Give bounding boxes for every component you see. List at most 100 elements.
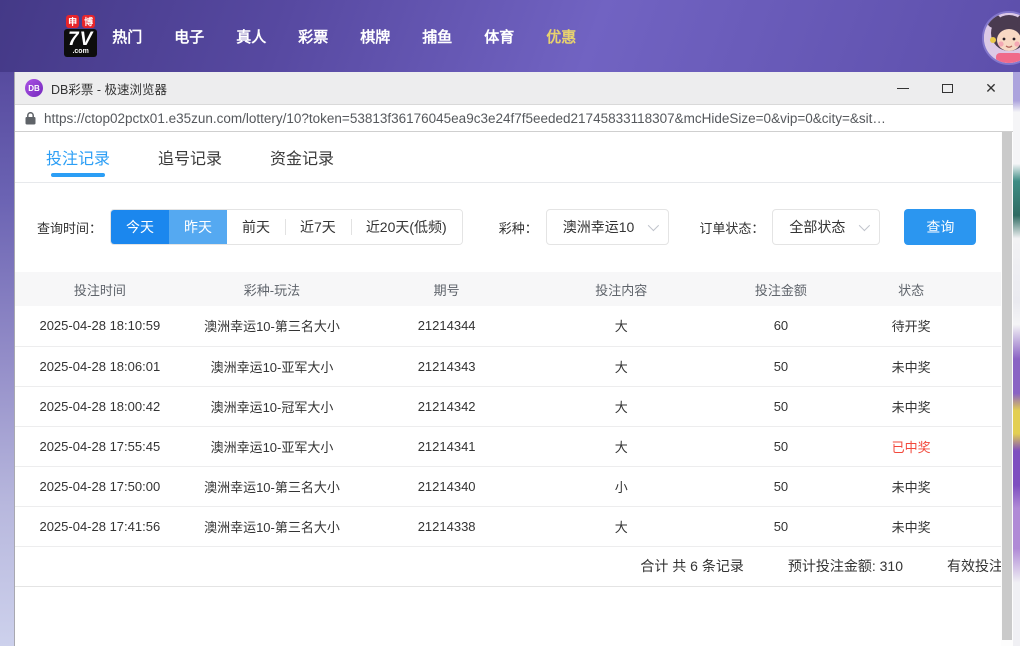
logo-red-badges: 申 博 [66, 15, 96, 28]
table-header: 投注时间 彩种-玩法 期号 投注内容 投注金额 状态 [15, 272, 1013, 306]
nav-item-promo[interactable]: 优惠 [545, 26, 577, 47]
time-option-20days[interactable]: 近20天(低频) [350, 210, 462, 244]
column-bet-time: 投注时间 [73, 282, 126, 298]
filter-row: 查询时间： 今天 昨天 前天 近7天 近20天(低频) 彩种： 澳洲幸运10 订… [15, 183, 1013, 245]
cell-game: 澳洲幸运10-第三名大小 [204, 319, 340, 335]
avatar-image [984, 13, 1020, 63]
cell-time: 2025-04-28 17:50:00 [39, 478, 161, 494]
summary-bar: 合计 共 6 条记录 预计投注金额: 310 有效投注金 [15, 547, 1013, 587]
column-bet-content: 投注内容 [595, 282, 648, 298]
url-text: https://ctop02pctx01.e35zun.com/lottery/… [44, 110, 886, 126]
time-option-today[interactable]: 今天 [111, 210, 170, 244]
lottery-filter-label: 彩种： [498, 220, 538, 236]
cell-issue: 21214341 [417, 438, 476, 454]
cell-content: 大 [614, 399, 628, 415]
time-option-7days[interactable]: 近7天 [285, 210, 351, 244]
cell-status: 未中奖 [891, 479, 931, 495]
minimize-button[interactable] [881, 72, 925, 104]
cell-issue: 21214338 [417, 518, 476, 534]
column-game-play: 彩种-玩法 [243, 282, 301, 298]
order-status-value: 全部状态 [789, 219, 846, 235]
nav-item-live[interactable]: 真人 [235, 26, 267, 47]
logo-badge-left: 申 [66, 15, 80, 28]
bet-records-table: 投注时间 彩种-玩法 期号 投注内容 投注金额 状态 2025-04-28 18… [15, 272, 1013, 547]
cell-content: 小 [614, 479, 628, 495]
lottery-select-value: 澳洲幸运10 [562, 219, 635, 235]
user-avatar[interactable] [982, 11, 1020, 65]
main-nav: 热门 电子 真人 彩票 棋牌 捕鱼 体育 优惠 [111, 26, 577, 47]
time-filter-label: 查询时间： [37, 220, 103, 236]
maximize-icon [941, 83, 953, 93]
logo-suffix-text: .com [72, 48, 89, 55]
logo-wordmark: 7V .com [64, 29, 98, 57]
order-status-select[interactable]: 全部状态 [772, 209, 881, 245]
window-title: DB彩票 - 极速浏览器 [51, 82, 167, 97]
address-bar[interactable]: https://ctop02pctx01.e35zun.com/lottery/… [15, 104, 1013, 132]
cell-amount: 50 [773, 438, 789, 454]
column-status: 状态 [898, 282, 925, 298]
time-option-yesterday[interactable]: 昨天 [169, 210, 228, 244]
cell-time: 2025-04-28 18:00:42 [39, 398, 161, 414]
background-page-sliver [1013, 72, 1020, 646]
nav-item-sports[interactable]: 体育 [483, 26, 515, 47]
nav-item-hot[interactable]: 热门 [111, 26, 143, 47]
logo-main-text: 7V [68, 29, 94, 50]
cell-issue: 21214343 [417, 358, 476, 374]
table-row: 2025-04-28 18:06:01 澳洲幸运10-亚军大小 21214343 大 5… [15, 346, 1013, 386]
cell-game: 澳洲幸运10-亚军大小 [210, 359, 334, 375]
window-titlebar: DB DB彩票 - 极速浏览器 ✕ [15, 72, 1013, 104]
nav-item-cards[interactable]: 棋牌 [359, 26, 391, 47]
tab-bet-records[interactable]: 投注记录 [45, 132, 111, 182]
column-issue: 期号 [433, 282, 460, 298]
search-button[interactable]: 查询 [904, 209, 977, 245]
browser-app-icon: DB [25, 79, 43, 97]
table-row: 2025-04-28 18:10:59 澳洲幸运10-第三名大小 21214344 大… [15, 306, 1013, 346]
cell-issue: 21214340 [417, 478, 476, 494]
cell-status: 待开奖 [891, 319, 931, 335]
cell-amount: 50 [773, 358, 789, 374]
minimize-icon [897, 87, 909, 89]
table-row: 2025-04-28 18:00:42 澳洲幸运10-冠军大小 21214342 大 5… [15, 386, 1013, 426]
tab-fund-records[interactable]: 资金记录 [269, 132, 335, 182]
page-content: 投注记录 追号记录 资金记录 查询时间： 今天 昨天 前天 近7天 近20天(低… [15, 132, 1013, 646]
time-option-daybefore[interactable]: 前天 [227, 210, 286, 244]
window-controls: ✕ [881, 72, 1013, 104]
nav-item-slots[interactable]: 电子 [173, 26, 205, 47]
summary-total-records: 合计 共 6 条记录 [640, 558, 744, 574]
cell-issue: 21214344 [417, 318, 476, 334]
cell-content: 大 [614, 319, 628, 335]
cell-status: 未中奖 [891, 359, 931, 375]
cell-amount: 50 [773, 518, 789, 534]
cell-game: 澳洲幸运10-第三名大小 [204, 519, 340, 535]
logo-badge-right: 博 [82, 15, 96, 28]
cell-status: 已中奖 [891, 439, 931, 455]
cell-time: 2025-04-28 17:55:45 [39, 438, 161, 454]
chevron-down-icon [648, 219, 660, 232]
cell-game: 澳洲幸运10-第三名大小 [204, 479, 340, 495]
summary-expected-amount: 预计投注金额: 310 [787, 558, 903, 574]
cell-time: 2025-04-28 17:41:56 [39, 518, 161, 534]
cell-time: 2025-04-28 18:10:59 [39, 318, 161, 334]
cell-amount: 50 [773, 478, 789, 494]
table-body: 2025-04-28 18:10:59 澳洲幸运10-第三名大小 21214344 大… [15, 306, 1013, 546]
maximize-button[interactable] [925, 72, 969, 104]
cell-content: 大 [614, 519, 628, 535]
time-range-segmented-control: 今天 昨天 前天 近7天 近20天(低频) [110, 209, 463, 245]
cell-time: 2025-04-28 18:06:01 [39, 358, 161, 374]
table-row: 2025-04-28 17:55:45 澳洲幸运10-亚军大小 21214341 大 5… [15, 426, 1013, 466]
cell-game: 澳洲幸运10-亚军大小 [210, 439, 334, 455]
table-row: 2025-04-28 17:50:00 澳洲幸运10-第三名大小 21214340 小… [15, 466, 1013, 506]
tab-bar: 投注记录 追号记录 资金记录 [15, 132, 1013, 183]
vertical-scrollbar[interactable] [1001, 132, 1013, 646]
nav-item-fishing[interactable]: 捕鱼 [421, 26, 453, 47]
lottery-select[interactable]: 澳洲幸运10 [545, 209, 670, 245]
cell-content: 大 [614, 439, 628, 455]
close-icon: ✕ [985, 80, 997, 96]
site-logo[interactable]: 申 博 7V .com [64, 15, 98, 57]
chevron-down-icon [859, 219, 871, 232]
nav-item-lottery[interactable]: 彩票 [297, 26, 329, 47]
scrollbar-thumb[interactable] [1002, 132, 1012, 640]
cell-amount: 60 [773, 318, 789, 334]
tab-chase-records[interactable]: 追号记录 [157, 132, 223, 182]
close-button[interactable]: ✕ [969, 72, 1013, 104]
